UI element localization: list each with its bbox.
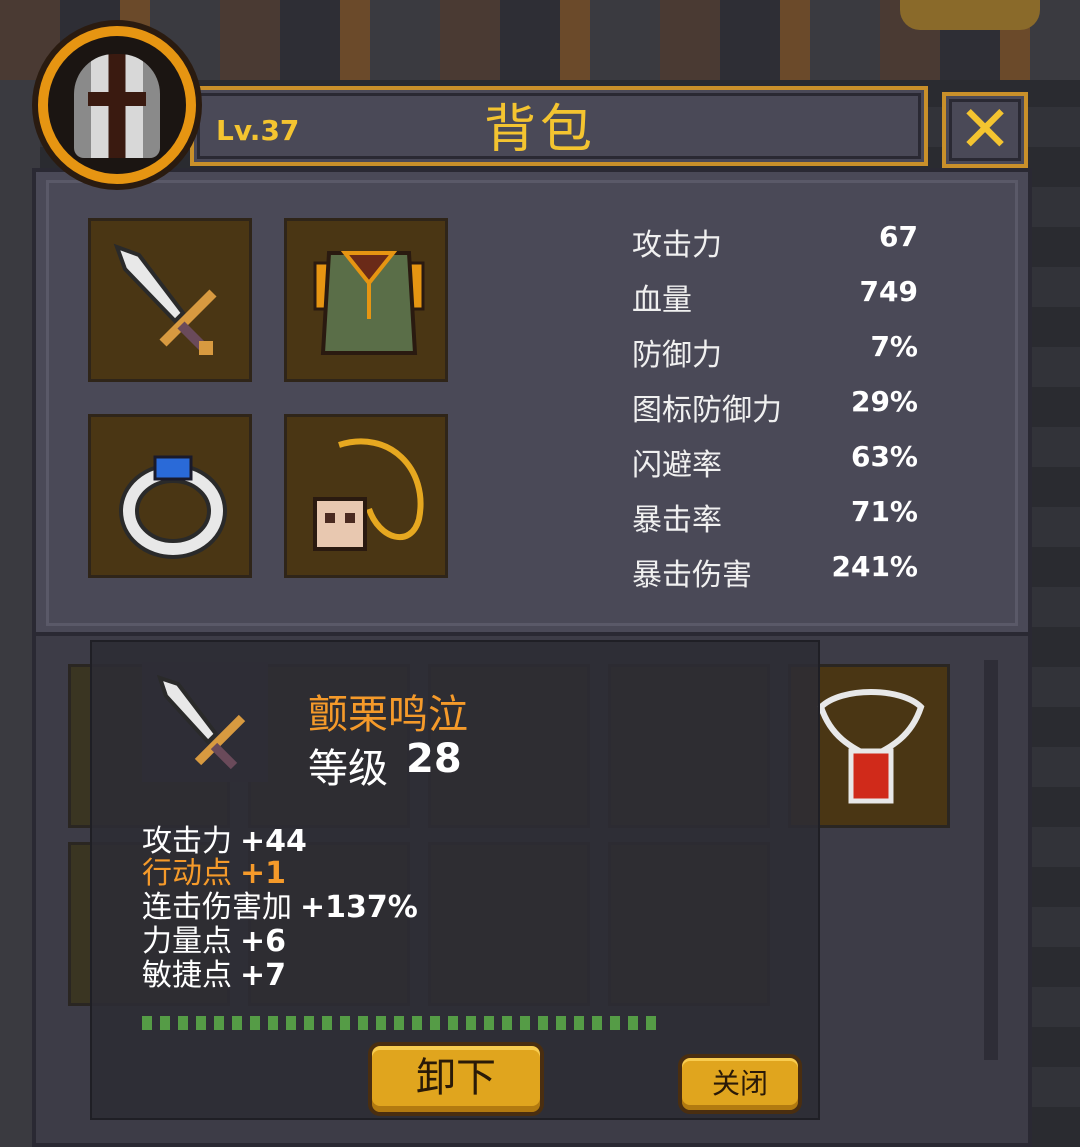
amulet-slot[interactable] <box>284 414 448 578</box>
stat-value-defense: 7% <box>870 330 918 363</box>
background-coins <box>900 0 1040 30</box>
bag-scrollbar[interactable] <box>984 660 998 1060</box>
helmet-icon <box>74 54 160 158</box>
ruby-necklace-icon <box>817 689 925 804</box>
avatar[interactable] <box>38 26 196 184</box>
stat-value-icon-defense: 29% <box>850 385 918 418</box>
stat-label-icon-defense: 图标防御力 <box>632 393 782 428</box>
ring-slot[interactable] <box>88 414 252 578</box>
dagger-icon <box>156 674 246 770</box>
tooltip-level-label: 等级 <box>308 746 388 792</box>
stat-label-crit-rate: 暴击率 <box>632 503 722 538</box>
tooltip-item-name: 颤栗鸣泣 <box>308 692 468 738</box>
stat-label-hp: 血量 <box>632 283 692 318</box>
unequip-button[interactable]: 卸下 <box>368 1042 544 1116</box>
page-title: 背包 <box>483 100 596 160</box>
ring-icon <box>119 455 227 559</box>
tooltip-item-icon <box>142 662 268 782</box>
stat-label-defense: 防御力 <box>632 338 722 373</box>
chest-armor-icon <box>313 251 425 355</box>
stat-value-attack: 67 <box>879 220 918 253</box>
stat-value-hp: 749 <box>859 275 918 308</box>
weapon-slot[interactable] <box>88 218 252 382</box>
stat-value-crit-damage: 241% <box>831 550 918 583</box>
stat-value-dodge: 63% <box>850 440 918 473</box>
stat-label-crit-damage: 暴击伤害 <box>632 558 752 593</box>
tooltip-level-value: 28 <box>406 736 462 782</box>
tooltip-description-partial <box>142 1016 662 1030</box>
armor-slot[interactable] <box>284 218 448 382</box>
dagger-icon <box>113 243 217 355</box>
stat-label-attack: 攻击力 <box>632 228 722 263</box>
stat-label-dodge: 闪避率 <box>632 448 722 483</box>
tooltip-attribute: 敏捷点 +7 <box>142 958 287 993</box>
stat-value-crit-rate: 71% <box>850 495 918 528</box>
skull-necklace-icon <box>313 438 424 551</box>
close-tooltip-button[interactable]: 关闭 <box>678 1054 802 1114</box>
close-panel-button[interactable]: ✕ <box>942 92 1028 168</box>
close-x-icon: ✕ <box>958 93 1012 167</box>
player-level: Lv.37 <box>216 114 300 147</box>
